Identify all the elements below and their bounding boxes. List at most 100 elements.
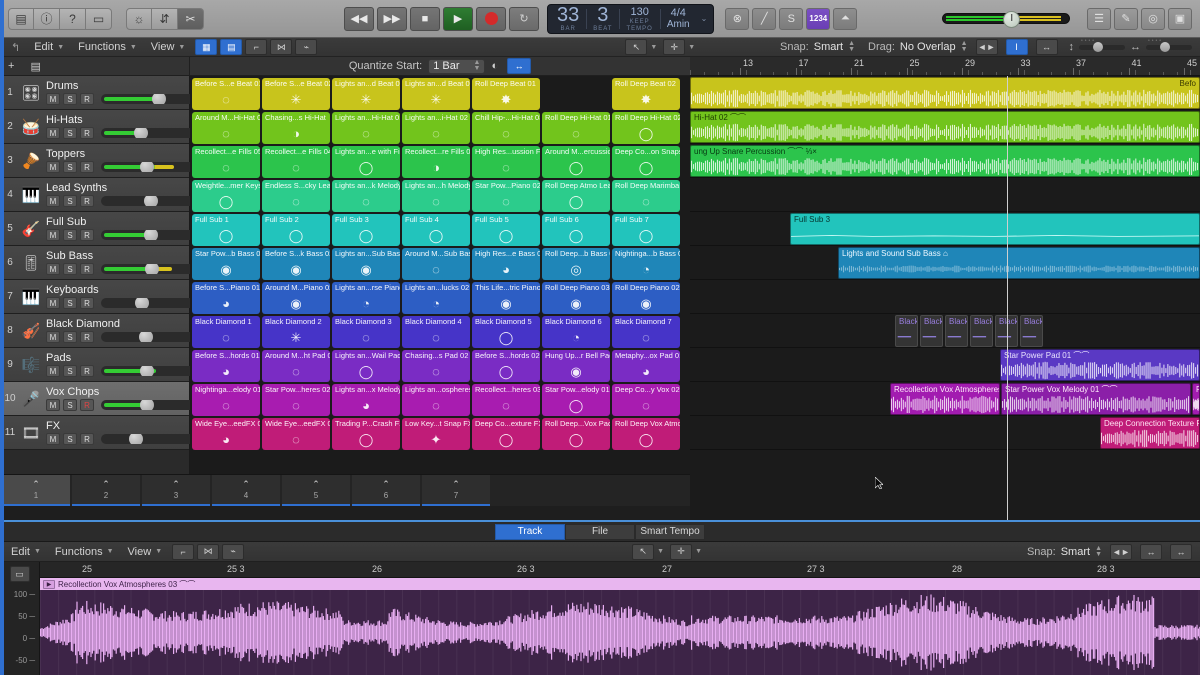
loop-cell[interactable]: Black Diamond 4◌	[402, 316, 470, 348]
arrange-track-row[interactable]: Befo	[690, 76, 1200, 110]
record-enable-button[interactable]: R	[80, 433, 94, 445]
playhead[interactable]	[1007, 76, 1008, 520]
loop-cell[interactable]: Before S...Piano 01◕	[192, 282, 260, 314]
smart-controls-button[interactable]: ☼	[126, 8, 152, 30]
quantize-stepper[interactable]: ▲▼	[474, 60, 481, 72]
drag-value[interactable]: No Overlap	[900, 41, 956, 53]
loop-cell[interactable]: Full Sub 6◯	[542, 214, 610, 246]
live-loops-grid[interactable]: Before S...e Beat 01◌Before S...e Beat 0…	[190, 76, 690, 474]
automation-button[interactable]: ⌐	[245, 39, 267, 55]
loop-cell[interactable]: Roll Deep Hi-Hat 01◌	[542, 112, 610, 144]
editor-ruler[interactable]: 2525 32626 32727 32828 329	[40, 562, 1200, 578]
zoom-vertical-slider[interactable]: ••••	[1079, 45, 1125, 50]
tab-track[interactable]: Track	[495, 524, 565, 540]
loop-cell[interactable]: Chasing...s Hi-Hat◑	[262, 112, 330, 144]
library-button[interactable]: ▤	[8, 8, 34, 30]
solo-button[interactable]: S	[63, 229, 77, 241]
browsers-button[interactable]: ▣	[1168, 8, 1192, 30]
record-button[interactable]	[476, 7, 506, 31]
loop-cell[interactable]: Deep Co...on Snaps◯	[612, 146, 680, 178]
flex-button[interactable]: ⋈	[270, 39, 292, 55]
volume-fader[interactable]	[101, 332, 199, 342]
loop-cell[interactable]: Recollect...e Fills 04◌	[262, 146, 330, 178]
track-header-pads[interactable]: 9🎼PadsMSR	[0, 348, 189, 382]
loop-cell[interactable]: Black Diamond 3◌	[332, 316, 400, 348]
cycle-button[interactable]: ↻	[509, 7, 539, 31]
menu-view[interactable]: View▼	[144, 39, 193, 56]
loop-cell[interactable]: Lights an...e with Fill◯	[332, 146, 400, 178]
loop-cell[interactable]: Wide Eye...eedFX 02◌	[262, 418, 330, 450]
loop-cell[interactable]: Lights an...Sub Bass◉	[332, 248, 400, 280]
audio-region[interactable]: Befo	[690, 77, 1200, 109]
lcd-signature-key[interactable]: 4/4 Amin	[660, 5, 697, 33]
notes-button[interactable]: ✎	[1114, 8, 1138, 30]
lcd-beat[interactable]: 3 BEAT	[586, 5, 619, 33]
loop-cell[interactable]: Lights an...i-Hat 02◌	[402, 112, 470, 144]
tab-smart-tempo[interactable]: Smart Tempo	[635, 524, 705, 540]
loop-cell[interactable]: Roll Deep Piano 03◉	[542, 282, 610, 314]
mute-button[interactable]: M	[46, 229, 60, 241]
mute-button[interactable]: M	[46, 93, 60, 105]
track-header-toppers[interactable]: 3🪘ToppersMSR	[0, 144, 189, 178]
solo-button[interactable]: S	[63, 195, 77, 207]
fader-knob[interactable]	[140, 162, 154, 172]
loop-cell[interactable]: Around M...Sub Bass◌	[402, 248, 470, 280]
tuner-button[interactable]: ╱	[752, 8, 776, 30]
arrange-track-row[interactable]: Hi-Hat 02 ⌒⌒	[690, 110, 1200, 144]
record-enable-button[interactable]: R	[80, 263, 94, 275]
scene-trigger-1[interactable]: ⌃1	[2, 475, 70, 506]
audio-region[interactable]: Deep Connection Texture FX	[1100, 417, 1200, 449]
record-enable-button[interactable]: R	[80, 229, 94, 241]
loop-cell[interactable]: Lights an...d Beat 02✳	[402, 78, 470, 110]
editor-fit-region-button[interactable]: ↔	[1140, 544, 1162, 560]
editor-menu-view[interactable]: View▼	[121, 543, 170, 560]
menu-edit[interactable]: Edit▼	[27, 39, 71, 56]
loop-cell[interactable]: Before S...hords 01◕	[192, 350, 260, 382]
editor-waveform[interactable]	[40, 590, 1200, 675]
loop-cell[interactable]: Roll Deep Marimba◌	[612, 180, 680, 212]
solo-button[interactable]: S	[63, 399, 77, 411]
loop-cell[interactable]: Black Diamond 2✳	[262, 316, 330, 348]
loop-cell[interactable]: Trading P...Crash FX◯	[332, 418, 400, 450]
record-enable-button[interactable]: R	[80, 93, 94, 105]
loop-cell[interactable]: Recollect...re Fills 01◑	[402, 146, 470, 178]
record-enable-button[interactable]: R	[80, 399, 94, 411]
track-header-full-sub[interactable]: 5🎸Full SubMSR	[0, 212, 189, 246]
audio-region[interactable]: Lights and Sound Sub Bass ⌂	[838, 247, 1200, 279]
scene-trigger-5[interactable]: ⌃5	[282, 475, 350, 506]
loop-cell[interactable]: Weightle...mer Keys◯	[192, 180, 260, 212]
loop-cell[interactable]: Full Sub 1◯	[192, 214, 260, 246]
loop-cell[interactable]: Black Diamond 7◌	[612, 316, 680, 348]
loop-cell[interactable]: Roll Deep Vox Atmo◯	[612, 418, 680, 450]
loop-cell[interactable]: Star Pow...Piano 02◌	[472, 180, 540, 212]
loop-cell[interactable]: Roll Deep Atmo Lead◯	[542, 180, 610, 212]
arrange-track-row[interactable]: BlackBlackBlackBlackBlackBlack	[690, 314, 1200, 348]
editors-button[interactable]: ✂	[178, 8, 204, 30]
forward-button[interactable]: ▶▶	[377, 7, 407, 31]
mute-button[interactable]: M	[46, 263, 60, 275]
midi-region[interactable]: Black	[945, 315, 968, 347]
mixer-button[interactable]: ⇵	[152, 8, 178, 30]
loop-cell[interactable]: Chasing...s Pad 02◌	[402, 350, 470, 382]
audio-region[interactable]: Hi-Hat 02 ⌒⌒	[690, 111, 1200, 143]
arrange-track-row[interactable]: Lights and Sound Sub Bass ⌂	[690, 246, 1200, 280]
loop-cell[interactable]: Recollect...e Fills 05◌	[192, 146, 260, 178]
solo-button[interactable]: S	[779, 8, 803, 30]
audio-region[interactable]: Recollection Vox Atmospheres 0	[890, 383, 1000, 415]
arrange-area[interactable]: 131721252933374145 BefoHi-Hat 02 ⌒⌒ung U…	[690, 57, 1200, 520]
tracks-view-button[interactable]: ▤	[220, 39, 242, 55]
editor-view-button[interactable]: ▭	[10, 566, 30, 582]
loop-cell[interactable]: Around M...Hi-Hat 01◌	[192, 112, 260, 144]
loop-cell[interactable]: Deep Co...exture FX◯	[472, 418, 540, 450]
arrange-track-row[interactable]: ung Up Snare Percussion ⌒⌒ ⅓×	[690, 144, 1200, 178]
info-button[interactable]: ⓘ	[34, 8, 60, 30]
editor-region-title-bar[interactable]: ▶ Recollection Vox Atmospheres 03 ⌒⌒	[40, 578, 1200, 590]
zoom-vertical-knob[interactable]	[1093, 42, 1103, 52]
audio-region[interactable]: Reco	[1192, 383, 1200, 415]
loop-cell[interactable]: Lights an...x Melody◕	[332, 384, 400, 416]
record-enable-button[interactable]: R	[80, 297, 94, 309]
editor-link-button[interactable]: ↔	[1170, 544, 1192, 560]
lcd-display[interactable]: 33 BAR 3 BEAT 130 KEEP TEMPO 4/4 Amin ⌄	[547, 4, 714, 34]
loop-cell[interactable]: Nightinga...b Bass 01◔	[612, 248, 680, 280]
loop-cell[interactable]: Full Sub 3◯	[332, 214, 400, 246]
